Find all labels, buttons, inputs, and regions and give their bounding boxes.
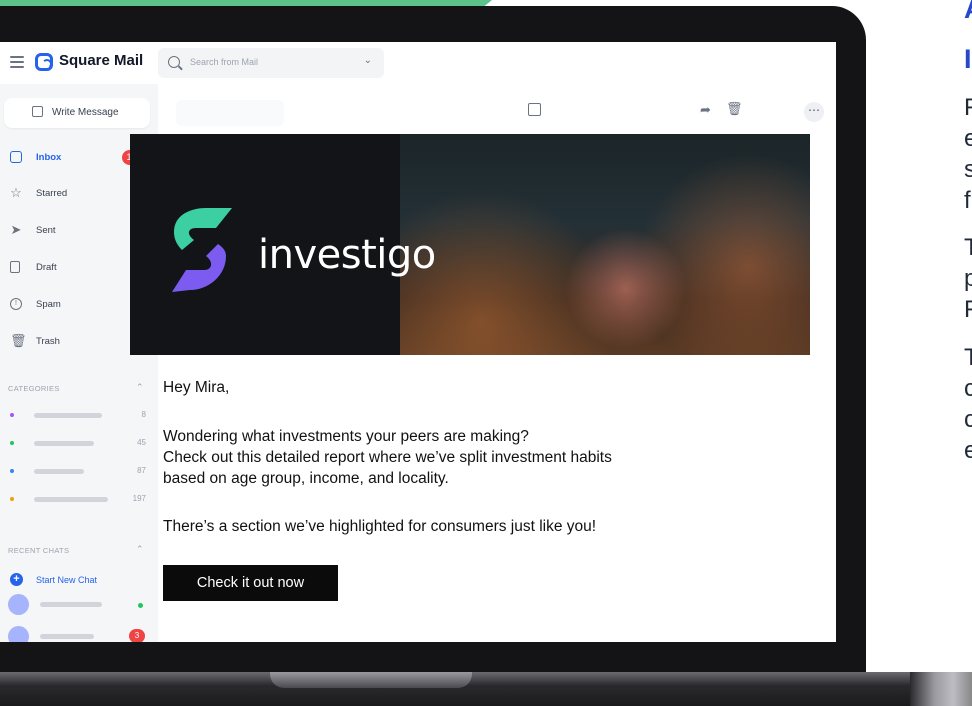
write-message-button[interactable]: Write Message: [4, 98, 150, 128]
plus-icon[interactable]: +: [10, 573, 23, 586]
star-icon: ☆: [10, 185, 22, 200]
side-text-line: c: [964, 406, 972, 433]
side-text-line: e: [964, 437, 972, 464]
email-banner-image: investigo: [130, 134, 810, 355]
sidebar-item-label: Inbox: [36, 152, 62, 163]
send-icon: ➤: [10, 222, 22, 237]
chat-name-placeholder: [40, 602, 102, 607]
category-item[interactable]: 197: [0, 492, 158, 506]
category-label-placeholder: [34, 441, 94, 446]
category-label-placeholder: [34, 469, 84, 474]
categories-heading: CATEGORIES: [8, 384, 60, 393]
sidebar-item-label: Spam: [36, 299, 61, 310]
category-item[interactable]: 45: [0, 436, 158, 450]
recent-chats-heading: RECENT CHATS: [8, 546, 70, 555]
search-placeholder: Search from Mail: [190, 57, 259, 67]
check-it-out-button[interactable]: Check it out now: [163, 565, 338, 601]
email-paragraph-line: based on age group, income, and locality…: [163, 470, 449, 487]
brand-logo-text: investigo: [258, 232, 436, 278]
more-options-icon[interactable]: ⋯: [804, 102, 824, 122]
laptop-base-notch: [270, 672, 472, 688]
menu-icon[interactable]: [10, 56, 24, 68]
side-text-line: p: [964, 265, 972, 292]
inbox-icon: [10, 151, 22, 163]
category-label-placeholder: [34, 497, 108, 502]
category-dot: [10, 469, 14, 473]
chat-unread-badge: 3: [129, 629, 145, 642]
sidebar-item-label: Starred: [36, 188, 68, 199]
avatar[interactable]: [8, 626, 29, 642]
category-dot: [10, 497, 14, 501]
search-icon: [168, 56, 180, 68]
category-count: 197: [132, 494, 146, 503]
forward-icon[interactable]: ➦: [700, 102, 711, 118]
category-dot: [10, 413, 14, 417]
piggy-bank-photo: [400, 134, 810, 355]
subject-placeholder: [176, 100, 284, 126]
compose-icon: [32, 106, 43, 117]
sidebar-item-label: Sent: [36, 225, 56, 236]
avatar[interactable]: [8, 594, 29, 615]
side-text-line: F: [964, 94, 972, 121]
laptop-base: [0, 672, 972, 706]
side-heading-line: I: [964, 44, 972, 74]
side-heading-line: A: [964, 0, 972, 25]
category-dot: [10, 441, 14, 445]
online-status-dot: [138, 603, 143, 608]
email-paragraph-line: Wondering what investments your peers ar…: [163, 428, 529, 445]
side-text-line: s: [964, 156, 972, 183]
category-label-placeholder: [34, 413, 102, 418]
laptop-frame: Square Mail Search from Mail ⌄ Write Mes…: [0, 6, 866, 686]
email-paragraph-line: There’s a section we’ve highlighted for …: [163, 518, 597, 535]
side-text-line: T: [964, 344, 972, 371]
search-input[interactable]: Search from Mail ⌄: [158, 48, 384, 78]
print-icon[interactable]: [528, 103, 541, 116]
laptop-screen: Square Mail Search from Mail ⌄ Write Mes…: [0, 42, 836, 642]
category-count: 87: [137, 466, 146, 475]
chat-name-placeholder: [40, 634, 94, 639]
category-count: 8: [141, 410, 146, 419]
email-greeting: Hey Mira,: [163, 379, 230, 396]
start-new-chat-link[interactable]: Start New Chat: [36, 575, 97, 585]
category-count: 45: [137, 438, 146, 447]
draft-icon: [10, 261, 20, 273]
trash-icon: 🗑: [10, 333, 27, 348]
sidebar-item-label: Draft: [36, 262, 57, 273]
laptop-base-edge: [910, 672, 972, 706]
app-brand-name: Square Mail: [59, 52, 144, 69]
side-text-line: e: [964, 125, 972, 152]
investigo-logo-icon: [172, 208, 232, 292]
chevron-down-icon[interactable]: ⌄: [364, 55, 372, 66]
sidebar-item-label: Trash: [36, 336, 60, 347]
side-text-line: F: [964, 296, 972, 323]
trash-icon[interactable]: 🗑: [726, 101, 743, 117]
chevron-up-icon[interactable]: ⌃: [136, 382, 144, 393]
category-item[interactable]: 8: [0, 408, 158, 422]
spam-icon: !: [10, 298, 22, 310]
square-mail-logo-icon: [35, 53, 53, 71]
category-item[interactable]: 87: [0, 464, 158, 478]
write-message-label: Write Message: [52, 107, 119, 118]
chevron-up-icon[interactable]: ⌃: [136, 544, 144, 555]
side-text-line: f: [964, 187, 971, 214]
email-paragraph-line: Check out this detailed report where we’…: [163, 449, 612, 466]
side-text-line: c: [964, 375, 972, 402]
side-text-line: T: [964, 234, 972, 261]
